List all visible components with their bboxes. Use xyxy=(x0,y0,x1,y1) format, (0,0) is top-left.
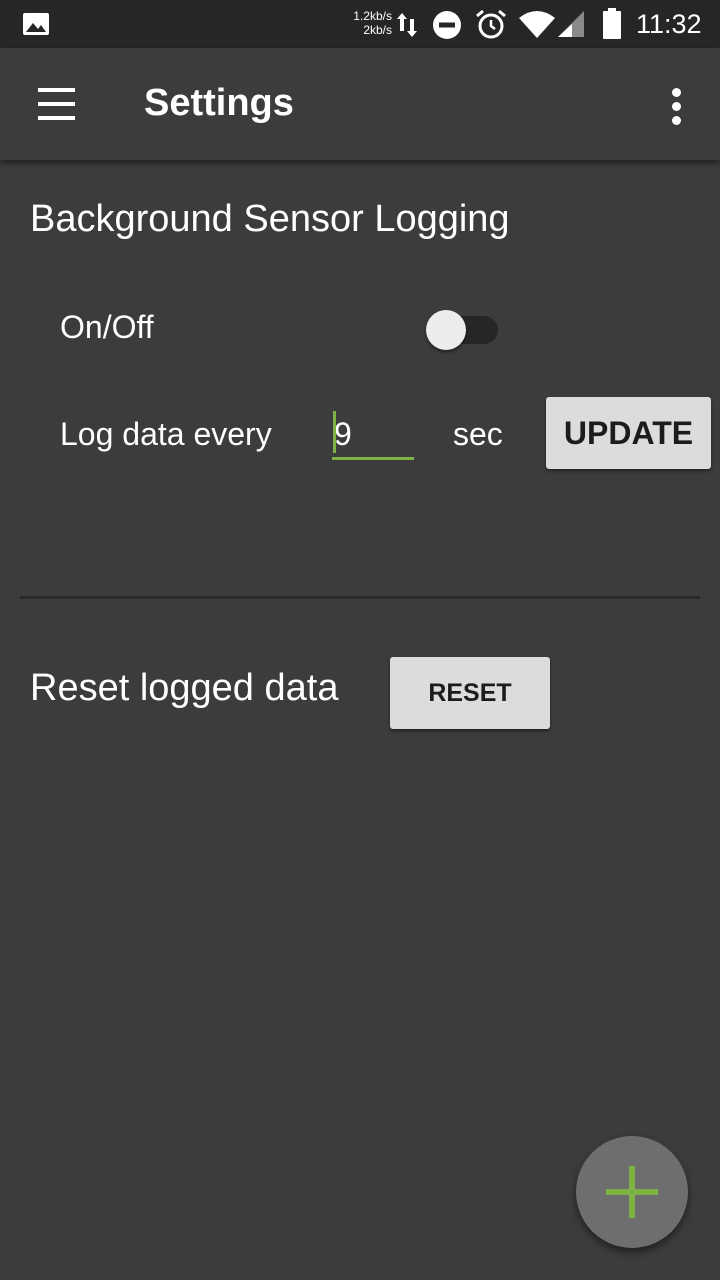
divider xyxy=(20,596,700,599)
unit-label: sec xyxy=(453,416,503,452)
update-button[interactable]: UPDATE xyxy=(546,397,711,469)
reset-button[interactable]: RESET xyxy=(390,657,550,729)
cell-signal-icon xyxy=(558,11,584,37)
wifi-icon xyxy=(519,11,555,38)
image-icon xyxy=(23,13,49,35)
section-title-background-logging: Background Sensor Logging xyxy=(30,198,510,240)
reset-label: Reset logged data xyxy=(30,667,339,709)
add-fab-button[interactable] xyxy=(576,1136,688,1248)
page-title: Settings xyxy=(144,82,294,124)
log-interval-label: Log data every xyxy=(60,416,272,452)
more-vert-icon[interactable] xyxy=(656,84,696,128)
network-speed: 1.2kb/s 2kb/s xyxy=(353,9,392,37)
do-not-disturb-icon xyxy=(433,11,461,39)
onoff-label: On/Off xyxy=(60,309,154,345)
status-bar: 1.2kb/s 2kb/s 11:32 xyxy=(0,0,720,48)
log-interval-input[interactable] xyxy=(332,408,414,460)
switch-thumb xyxy=(426,310,466,350)
clock: 11:32 xyxy=(636,9,702,39)
hamburger-menu-icon[interactable] xyxy=(24,78,88,132)
app-bar: Settings xyxy=(0,48,720,160)
battery-icon xyxy=(603,8,621,39)
data-transfer-icon xyxy=(397,13,417,37)
text-cursor xyxy=(333,411,336,453)
alarm-icon xyxy=(476,9,506,39)
logging-toggle-switch[interactable] xyxy=(424,308,504,352)
